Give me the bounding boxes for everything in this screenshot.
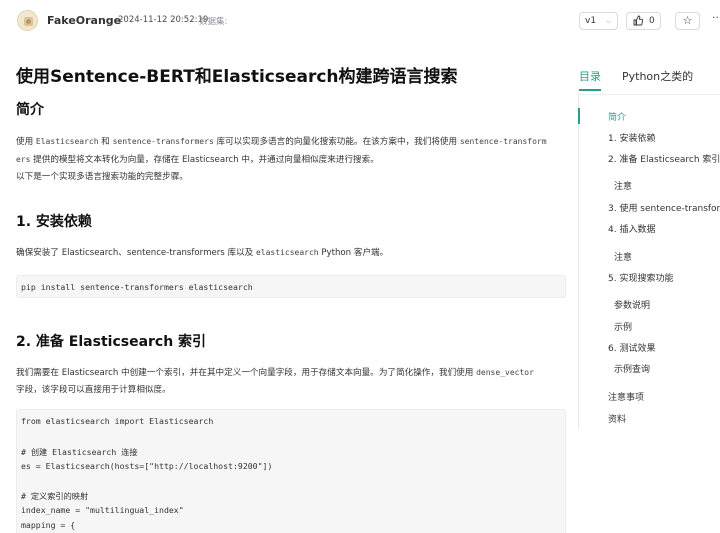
code-line: index_name = "multilingual_index": [21, 505, 184, 515]
tab-active-indicator: [579, 89, 601, 91]
favorite-button[interactable]: ☆: [675, 12, 700, 30]
section-heading-install: 1. 安装依赖: [16, 214, 92, 230]
toc-item[interactable]: 6. 测试效果: [608, 341, 655, 354]
code-line: # 创建 Elasticsearch 连接: [21, 447, 138, 457]
toc-rail: [578, 94, 579, 429]
toc-item[interactable]: 简介: [608, 110, 626, 123]
top-bar: FakeOrange 2024-11-12 20:52:19 数据集: v1 ⌵…: [0, 0, 720, 44]
code-block-index[interactable]: from elasticsearch import Elasticsearch …: [16, 409, 566, 533]
version-value: v1: [585, 16, 597, 26]
inline-code: sentence-transformers: [112, 137, 214, 146]
code-line: mapping = {: [21, 520, 76, 530]
tab-toc[interactable]: 目录: [579, 68, 601, 84]
like-button[interactable]: 0: [626, 12, 661, 30]
inline-code: dense_vector: [476, 368, 534, 377]
more-icon[interactable]: ···: [712, 11, 720, 24]
toc-item[interactable]: 3. 使用 sentence-transform...: [608, 201, 720, 214]
toc-item[interactable]: 参数说明: [614, 298, 650, 311]
inline-code: sentence-transform: [459, 137, 547, 146]
code-block-install[interactable]: pip install sentence-transformers elasti…: [16, 275, 566, 298]
toc-active-indicator: [578, 108, 580, 124]
dataset-label: 数据集:: [199, 17, 228, 27]
like-count: 0: [649, 16, 655, 26]
tab-related[interactable]: Python之类的: [622, 68, 693, 84]
intro-paragraph-2: 以下是一个实现多语言搜索功能的完整步骤。: [16, 172, 188, 182]
toc-item[interactable]: 5. 实现搜索功能: [608, 271, 673, 284]
inline-code: Elasticsearch: [35, 137, 99, 146]
section-heading-index: 2. 准备 Elasticsearch 索引: [16, 334, 207, 350]
code-line: from elasticsearch import Elasticsearch: [21, 416, 214, 426]
chevron-down-icon: ⌵: [605, 17, 611, 25]
toc-item[interactable]: 示例查询: [614, 362, 650, 375]
author-name[interactable]: FakeOrange: [47, 14, 121, 27]
toc-item[interactable]: 注意: [614, 179, 632, 192]
version-select[interactable]: v1 ⌵: [579, 12, 618, 30]
code-line: # 定义索引的映射: [21, 491, 89, 501]
code-line: es = Elasticsearch(hosts=["http://localh…: [21, 461, 273, 471]
code-line: pip install sentence-transformers elasti…: [21, 282, 253, 292]
section-heading-intro: 简介: [16, 102, 44, 118]
inline-code: elasticsearch: [255, 248, 319, 257]
article-title: 使用Sentence-BERT和Elasticsearch构建跨语言搜索: [16, 67, 458, 87]
toc-item[interactable]: 资料: [608, 412, 626, 425]
toc-item[interactable]: 注意: [614, 250, 632, 263]
intro-paragraph: 使用 Elasticsearch 和 sentence-transformers…: [16, 137, 547, 182]
toc-item[interactable]: 1. 安装依赖: [608, 131, 655, 144]
inline-code: ers: [16, 155, 31, 164]
toc-item[interactable]: 注意事项: [608, 390, 644, 403]
toc-item[interactable]: 4. 插入数据: [608, 222, 655, 235]
index-paragraph: 我们需要在 Elasticsearch 中创建一个索引，并在其中定义一个向量字段…: [16, 368, 534, 395]
star-icon: ☆: [682, 14, 693, 27]
toc-item[interactable]: 示例: [614, 320, 632, 333]
toc-item[interactable]: 2. 准备 Elasticsearch 索引: [608, 152, 720, 165]
install-paragraph: 确保安装了 Elasticsearch、sentence-transformer…: [16, 248, 389, 258]
avatar[interactable]: [17, 10, 38, 31]
toc-divider: [578, 94, 720, 95]
thumb-up-icon: [633, 15, 644, 29]
publish-date: 2024-11-12 20:52:19: [118, 15, 209, 25]
